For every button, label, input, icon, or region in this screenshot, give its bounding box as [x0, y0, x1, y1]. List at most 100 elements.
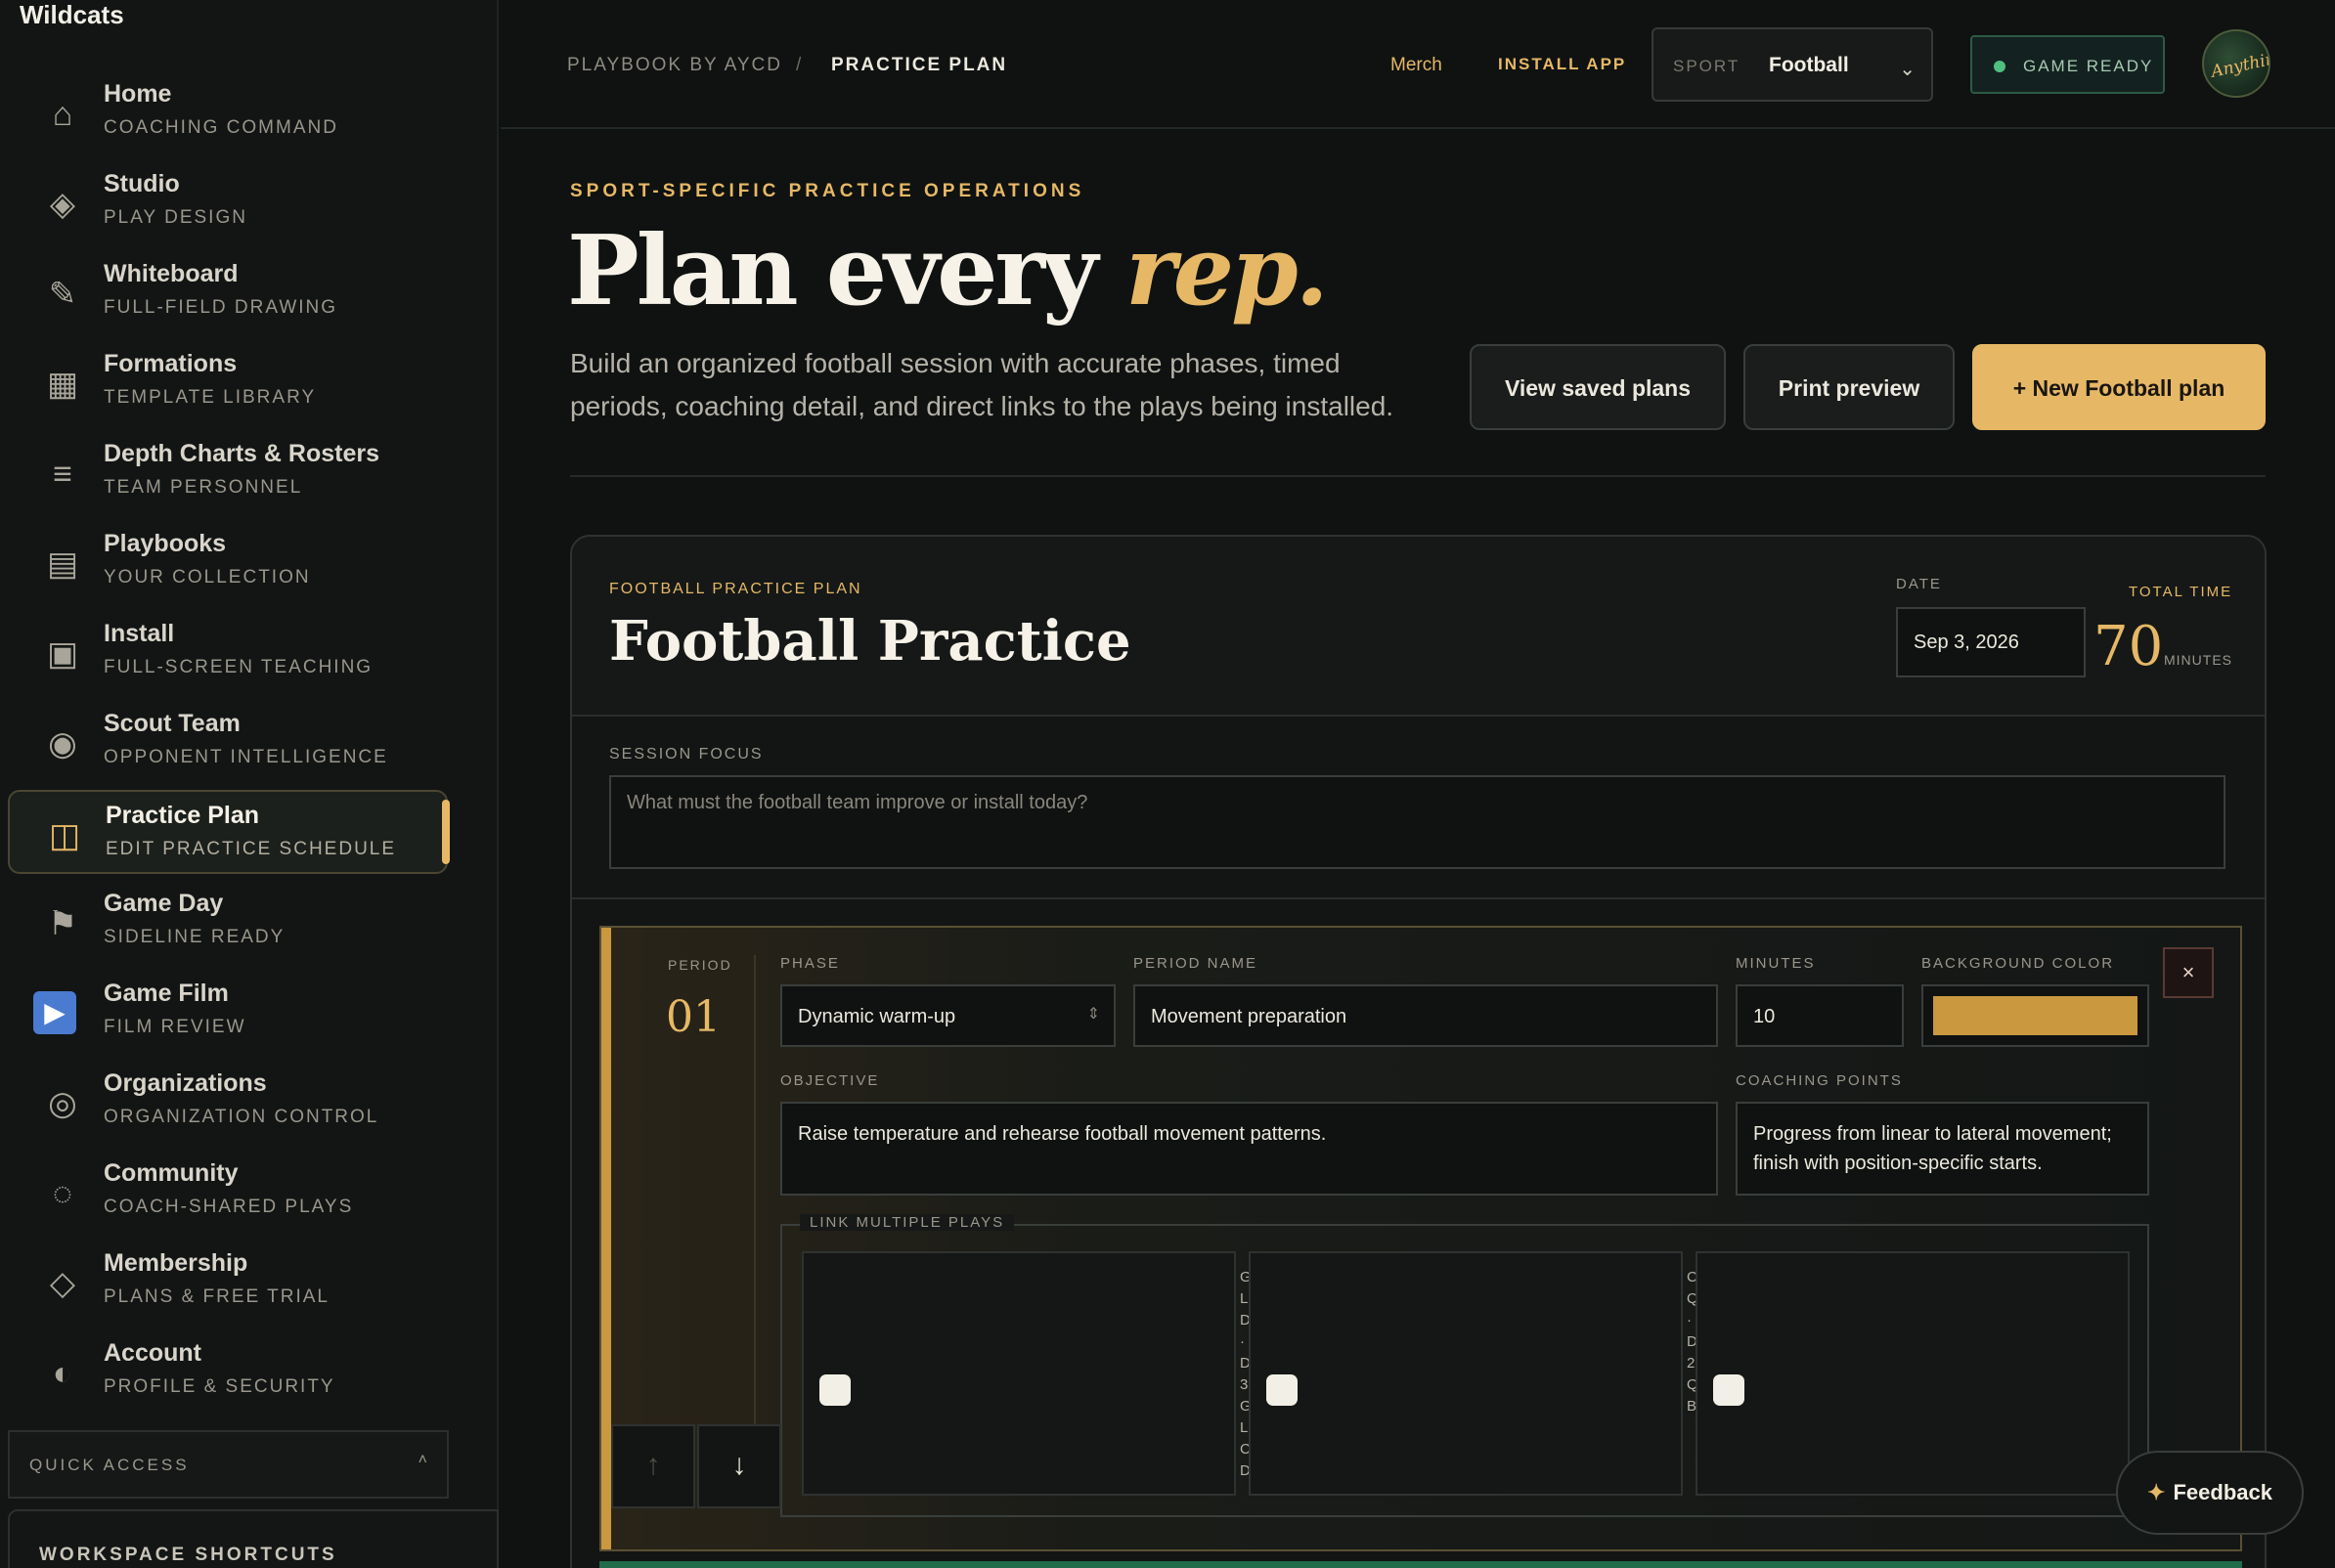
pencil-icon: ✎: [48, 276, 77, 313]
play-checkbox[interactable]: [1266, 1374, 1298, 1406]
sidebar-item-membership[interactable]: ◇ Membership PLANS & FREE TRIAL: [8, 1240, 448, 1324]
sidebar-item-scout-team[interactable]: ◉ Scout Team OPPONENT INTELLIGENCE: [8, 700, 448, 784]
list-icon: ≡: [53, 456, 72, 493]
diamond-outline-icon: ◇: [49, 1265, 76, 1302]
play-checkbox[interactable]: [1713, 1374, 1744, 1406]
coaching-points-textarea[interactable]: Progress from linear to lateral movement…: [1736, 1102, 2149, 1196]
coaching-points-label: COACHING POINTS: [1736, 1072, 1903, 1089]
sidebar-item-organizations[interactable]: ◎ Organizations ORGANIZATION CONTROL: [8, 1060, 448, 1144]
breadcrumb-separator: /: [796, 55, 802, 75]
status-dot-icon: [1994, 61, 2005, 72]
sidebar-item-install[interactable]: ▣ Install FULL-SCREEN TEACHING: [8, 610, 448, 694]
sidebar-item-sublabel: OPPONENT INTELLIGENCE: [104, 747, 388, 767]
sidebar-item-playbooks[interactable]: ▤ Playbooks YOUR COLLECTION: [8, 520, 448, 604]
practice-plan-card: FOOTBALL PRACTICE PLAN Football Practice…: [570, 535, 2267, 1568]
avatar-logo-text: Anything You Can: [2209, 31, 2270, 82]
total-time-unit: MINUTES: [2164, 652, 2232, 668]
background-color-picker[interactable]: [1921, 984, 2149, 1047]
sport-select-label: SPORT: [1673, 57, 1740, 75]
link-plays-legend: LINK MULTIPLE PLAYS: [800, 1214, 1015, 1231]
feedback-button[interactable]: ✦ Feedback: [2116, 1451, 2304, 1535]
sidebar-item-depth-charts-rosters[interactable]: ≡ Depth Charts & Rosters TEAM PERSONNEL: [8, 430, 448, 514]
divider: [754, 955, 756, 1463]
quick-access-toggle[interactable]: QUICK ACCESS ˄: [8, 1430, 449, 1499]
objective-textarea[interactable]: Raise temperature and rehearse football …: [780, 1102, 1718, 1196]
sidebar-item-whiteboard[interactable]: ✎ Whiteboard FULL-FIELD DRAWING: [8, 250, 448, 334]
sidebar-item-home[interactable]: ⌂ Home COACHING COMMAND: [8, 70, 448, 154]
avatar[interactable]: Anything You Can: [2202, 29, 2270, 98]
sidebar-item-sublabel: PLANS & FREE TRIAL: [104, 1286, 330, 1307]
move-period-up-button[interactable]: ↑: [611, 1424, 695, 1508]
sidebar-item-community[interactable]: ◌ Community COACH-SHARED PLAYS: [8, 1150, 448, 1234]
target-icon: ◉: [48, 725, 77, 762]
sidebar: Wildcats ⌂ Home COACHING COMMAND ◈ Studio PLA…: [0, 0, 499, 1568]
sidebar-item-label: Playbooks: [104, 530, 227, 557]
sidebar-item-account[interactable]: ◐ Account PROFILE & SECURITY: [8, 1329, 448, 1414]
sport-select[interactable]: SPORT Football ⌄: [1652, 27, 1933, 102]
session-focus-input[interactable]: [609, 775, 2225, 869]
sidebar-item-label: Membership: [104, 1249, 248, 1277]
sport-select-value: Football: [1769, 54, 1849, 76]
sidebar-item-practice-plan[interactable]: ◫ Practice Plan EDIT PRACTICE SCHEDULE: [8, 790, 450, 874]
phase-select-value: Dynamic warm-up: [798, 1006, 956, 1027]
sidebar-item-label: Home: [104, 80, 172, 108]
move-period-down-button[interactable]: ↓: [697, 1424, 781, 1508]
play-checkbox[interactable]: [819, 1374, 851, 1406]
install-app-link[interactable]: INSTALL APP: [1498, 55, 1626, 74]
sidebar-item-sublabel: EDIT PRACTICE SCHEDULE: [106, 839, 397, 859]
sidebar-item-sublabel: COACH-SHARED PLAYS: [104, 1197, 354, 1217]
sidebar-item-label: Organizations: [104, 1069, 267, 1097]
sidebar-item-sublabel: TEAM PERSONNEL: [104, 477, 303, 498]
breadcrumb-root[interactable]: PLAYBOOK BY AYCD: [567, 55, 782, 76]
sidebar-item-game-day[interactable]: ⚑ Game Day SIDELINE READY: [8, 880, 448, 964]
minutes-input[interactable]: 10: [1736, 984, 1904, 1047]
chevron-down-icon: ⌄: [1899, 59, 1916, 80]
sidebar-item-label: Install: [104, 620, 175, 647]
remove-period-button[interactable]: ×: [2163, 947, 2214, 998]
sidebar-item-sublabel: YOUR COLLECTION: [104, 567, 311, 588]
breadcrumb-current: PRACTICE PLAN: [831, 55, 1008, 75]
print-preview-button[interactable]: Print preview: [1743, 344, 1955, 430]
new-plan-button[interactable]: + New Football plan: [1972, 344, 2266, 430]
link-plays-fieldset: LINK MULTIPLE PLAYS G Li D · D 3( G Li C…: [780, 1214, 2149, 1517]
sidebar-item-sublabel: FILM REVIEW: [104, 1017, 246, 1037]
sidebar-item-formations[interactable]: ▦ Formations TEMPLATE LIBRARY: [8, 340, 448, 424]
sidebar-item-label: Practice Plan: [106, 802, 260, 829]
play-icon: ▶: [33, 991, 76, 1034]
color-swatch: [1933, 996, 2137, 1035]
status-text: GAME READY: [2023, 57, 2154, 75]
phase-select[interactable]: Dynamic warm-up ⇕: [780, 984, 1116, 1047]
hero-eyebrow: SPORT-SPECIFIC PRACTICE OPERATIONS: [570, 181, 1085, 201]
play-option[interactable]: G Li D · D 3( G Li C D: [802, 1251, 1253, 1496]
plan-eyebrow: FOOTBALL PRACTICE PLAN: [609, 581, 862, 597]
page-title: Plan every rep.: [567, 215, 1329, 327]
date-input[interactable]: [1896, 607, 2086, 677]
period-color-stripe: [601, 928, 611, 1549]
diamond-icon: ◈: [49, 186, 76, 223]
total-time-label: TOTAL TIME: [2129, 584, 2233, 600]
period-card: PERIOD 01 PHASE Dynamic warm-up ⇕ PERIOD…: [599, 926, 2242, 1551]
period-name-input[interactable]: Movement preparation: [1133, 984, 1718, 1047]
plan-title[interactable]: Football Practice: [609, 609, 1131, 674]
divider: [572, 897, 2265, 899]
view-saved-plans-button[interactable]: View saved plans: [1470, 344, 1726, 430]
merch-link[interactable]: Merch: [1390, 55, 1442, 76]
ring-icon: ◎: [48, 1085, 77, 1122]
phase-label: PHASE: [780, 955, 840, 972]
sidebar-item-label: Depth Charts & Rosters: [104, 440, 379, 467]
sidebar-item-label: Game Day: [104, 890, 224, 917]
sidebar-item-studio[interactable]: ◈ Studio PLAY DESIGN: [8, 160, 448, 244]
sidebar-item-label: Scout Team: [104, 710, 241, 737]
quick-access-label: QUICK ACCESS: [29, 1456, 190, 1474]
period-label: PERIOD: [668, 957, 732, 973]
sidebar-item-game-film[interactable]: ▶ Game Film FILM REVIEW: [8, 970, 448, 1054]
play-option[interactable]: C Q · D 2! Q B: [1249, 1251, 1699, 1496]
home-icon: ⌂: [52, 96, 73, 133]
flag-icon: ⚑: [47, 905, 78, 942]
sidebar-item-label: Studio: [104, 170, 180, 197]
sidebar-item-sublabel: ORGANIZATION CONTROL: [104, 1107, 379, 1127]
play-option[interactable]: [1696, 1251, 2130, 1496]
sidebar-item-label: Community: [104, 1159, 239, 1187]
sidebar-item-sublabel: SIDELINE READY: [104, 927, 286, 947]
sidebar-item-sublabel: COACHING COMMAND: [104, 117, 338, 138]
